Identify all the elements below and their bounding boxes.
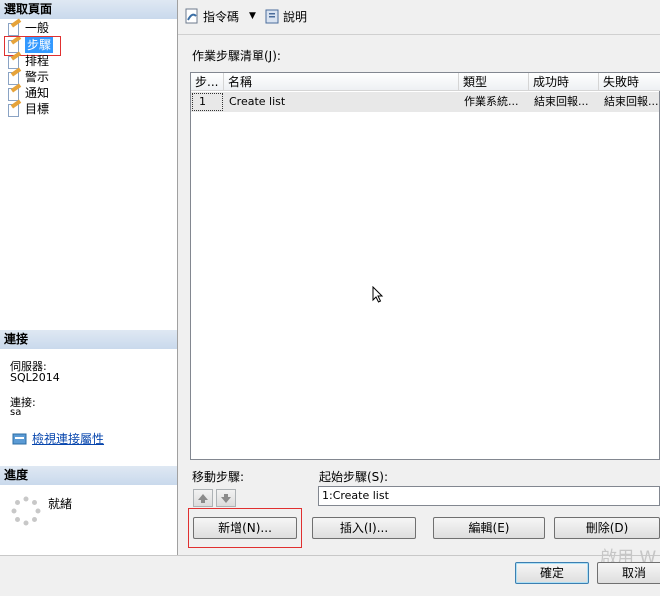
- start-step-select[interactable]: 1:Create list: [318, 486, 660, 506]
- column-header-name[interactable]: 名稱: [224, 73, 459, 91]
- nav-item-targets[interactable]: 目標: [6, 99, 50, 117]
- chevron-down-icon: ▼: [249, 11, 256, 21]
- edit-step-button[interactable]: 編輯(E): [433, 517, 545, 539]
- column-header-type[interactable]: 類型: [459, 73, 529, 91]
- view-connection-properties-link[interactable]: 檢視連接屬性: [12, 430, 104, 447]
- nav-item-schedules[interactable]: 排程: [6, 51, 50, 69]
- connection-value: sa: [10, 407, 22, 418]
- cell-step: 1: [199, 95, 206, 108]
- start-step-label: 起始步驟(S):: [319, 470, 389, 484]
- properties-icon: [12, 433, 27, 444]
- step-list[interactable]: 步... 名稱 類型 成功時 失敗時 1 Create list 作業系統...…: [190, 72, 660, 460]
- cell-on-success: 結束回報...: [534, 95, 589, 108]
- nav-item-label: 通知: [25, 86, 50, 100]
- help-label: 說明: [283, 9, 308, 24]
- progress-status: 就緒: [48, 497, 73, 511]
- move-step-label: 移動步驟:: [192, 470, 245, 484]
- progress-spinner-icon: [11, 496, 41, 526]
- delete-step-button[interactable]: 刪除(D): [554, 517, 660, 539]
- nav-item-label: 目標: [25, 102, 50, 116]
- column-header-step[interactable]: 步...: [191, 73, 224, 91]
- server-value: SQL2014: [10, 371, 60, 384]
- cell-on-failure: 結束回報...: [604, 95, 659, 108]
- help-icon: [265, 9, 279, 24]
- cell-name: Create list: [229, 95, 286, 108]
- arrow-up-icon: [198, 494, 208, 503]
- help-button[interactable]: 說明: [264, 6, 307, 26]
- nav-item-alerts[interactable]: 警示: [6, 67, 50, 85]
- script-icon: [185, 8, 198, 24]
- page-icon: [6, 83, 22, 101]
- page-icon: [6, 67, 22, 85]
- script-label: 指令碼: [203, 9, 240, 24]
- toolbar: 指令碼 ▼ 說明: [178, 0, 660, 35]
- nav-item-label: 排程: [25, 54, 50, 68]
- move-up-button[interactable]: [193, 489, 213, 507]
- view-connection-properties-label: 檢視連接屬性: [32, 432, 105, 446]
- cancel-button[interactable]: 取消: [597, 562, 660, 584]
- page-icon: [6, 18, 22, 36]
- highlight-box: [188, 508, 302, 548]
- column-header-on-failure[interactable]: 失敗時: [599, 73, 660, 91]
- cell-type: 作業系統...: [464, 95, 519, 108]
- connection-header: 連接: [0, 330, 177, 349]
- nav-item-label: 一般: [25, 21, 50, 35]
- nav-item-label: 警示: [25, 70, 50, 84]
- page-icon: [6, 51, 22, 69]
- move-down-button[interactable]: [216, 489, 236, 507]
- nav-item-notifications[interactable]: 通知: [6, 83, 50, 101]
- ok-button[interactable]: 確定: [515, 562, 589, 584]
- left-panel: 選取頁面 一般 步驟 排程 警示 通知 目標 連接 伺服器: SQL2014 連…: [0, 0, 178, 555]
- progress-header: 進度: [0, 466, 177, 485]
- script-button[interactable]: 指令碼 ▼: [184, 6, 256, 26]
- column-header-on-success[interactable]: 成功時: [529, 73, 599, 91]
- mouse-cursor-icon: [372, 286, 384, 303]
- step-list-label: 作業步驟清單(J):: [192, 49, 281, 63]
- arrow-down-icon: [221, 494, 231, 503]
- select-page-header: 選取頁面: [0, 0, 177, 19]
- page-icon: [6, 99, 22, 117]
- insert-step-button[interactable]: 插入(I)...: [312, 517, 416, 539]
- nav-item-general[interactable]: 一般: [6, 18, 50, 36]
